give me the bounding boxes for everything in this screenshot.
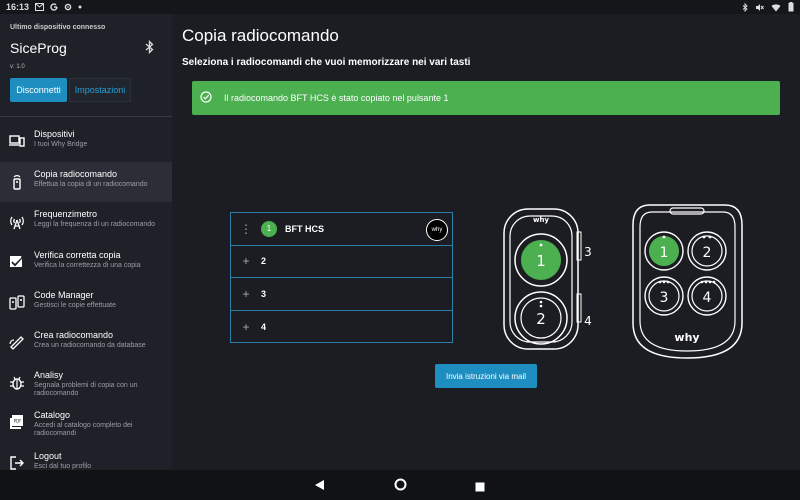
nav-item-subtitle: Crea un radiocomando da database — [34, 341, 146, 349]
check-circle-icon — [200, 91, 224, 105]
logout-icon — [0, 451, 34, 470]
slot-row[interactable]: + 3 — [231, 278, 452, 311]
settings-gear-icon — [64, 3, 72, 11]
remote-button: 4 — [703, 290, 712, 306]
home-icon[interactable] — [394, 478, 407, 496]
remote-button: 1 — [660, 245, 669, 261]
nav-item-title: Dispositivi — [34, 129, 75, 139]
more-vert-icon[interactable]: ⋮ — [231, 222, 261, 236]
wifi-icon — [771, 3, 781, 12]
remote-illustration-2-buttons: why 3 4 1 2 — [497, 204, 597, 359]
slot-number: 3 — [261, 288, 267, 299]
divider — [0, 116, 172, 117]
verify-icon — [0, 250, 34, 269]
nav-item-title: Catalogo — [34, 410, 71, 421]
app-name: SiceProg — [10, 40, 67, 56]
nav-item-verifica[interactable]: Verifica corretta copia Verifica la corr… — [0, 243, 172, 283]
nav-item-code-manager[interactable]: Code Manager Gestisci le copie effettuat… — [0, 283, 172, 323]
gmail-icon — [35, 3, 45, 11]
version-label: v: 1.0 — [10, 64, 25, 70]
nav-item-title: Crea radiocomando — [34, 329, 114, 340]
settings-button[interactable]: Impostazioni — [69, 78, 131, 102]
disconnect-button[interactable]: Disconnetti — [10, 78, 67, 102]
send-instructions-button[interactable]: Invia istruzioni via mail — [435, 364, 537, 388]
nav-item-title: Code Manager — [34, 289, 94, 300]
google-icon — [50, 3, 58, 11]
nav-item-catalogo[interactable]: PDF Catalogo Accedi al catalogo completo… — [0, 403, 172, 443]
clock: 16:13 — [6, 2, 30, 12]
nav-item-subtitle: I tuoi Why Bridge — [34, 141, 88, 148]
back-icon[interactable] — [314, 478, 325, 496]
button-slots-table: ⋮ 1 BFT HCS why + 2 + 3 + 4 — [230, 212, 453, 343]
antenna-icon — [0, 209, 34, 230]
slot-row[interactable]: + 4 — [231, 311, 452, 344]
slot-row[interactable]: ⋮ 1 BFT HCS why — [231, 213, 452, 246]
remote-button: 2 — [536, 310, 546, 328]
recents-icon[interactable] — [475, 479, 485, 497]
slot-row[interactable]: + 2 — [231, 246, 452, 278]
nav-item-frequenzimetro[interactable]: Frequenzimetro Leggi la frequenza di un … — [0, 202, 172, 242]
nav-item-title: Frequenzimetro — [34, 209, 98, 220]
main-content: Copia radiocomando Seleziona i radiocoma… — [172, 14, 800, 470]
add-icon[interactable]: + — [231, 254, 261, 268]
remote-icon — [0, 169, 34, 190]
bug-icon — [0, 370, 34, 391]
brand-logo: why — [426, 219, 448, 241]
remote-button: 2 — [703, 245, 712, 261]
pdf-icon: PDF — [0, 410, 34, 430]
nav-item-copia-radiocomando[interactable]: Copia radiocomando Effettua la copia di … — [0, 162, 172, 203]
bluetooth-icon — [742, 2, 748, 12]
sidebar: Ultimo dispositivo connesso SiceProg v: … — [0, 14, 172, 470]
nav-item-dispositivi[interactable]: Dispositivi I tuoi Why Bridge — [0, 122, 172, 162]
devices-icon — [0, 129, 34, 148]
battery-icon — [788, 2, 794, 12]
remote-illustration-4-buttons: 1 2 3 4 why — [630, 203, 745, 366]
nav-item-subtitle: Gestisci le copie effettuate — [34, 301, 116, 309]
nav-item-subtitle: Effettua la copia di un radiocomando — [34, 181, 148, 189]
slot-remote-label: BFT HCS — [285, 223, 324, 234]
slot-number: 4 — [261, 321, 267, 332]
nav-item-title: Verifica corretta copia — [34, 249, 121, 260]
nav-item-title: Copia radiocomando — [34, 169, 118, 180]
mute-icon — [755, 3, 764, 12]
code-manager-icon — [0, 290, 34, 311]
nav-item-title: Logout — [34, 450, 62, 461]
nav-menu: Dispositivi I tuoi Why Bridge Copia radi… — [0, 122, 172, 484]
nav-item-subtitle: Leggi la frequenza di un radiocomando — [34, 221, 156, 229]
nav-item-subtitle: Verifica la correttezza di una copia — [34, 261, 141, 269]
bluetooth-icon[interactable] — [145, 39, 154, 59]
add-icon[interactable]: + — [231, 287, 261, 301]
slot-number: 2 — [261, 256, 267, 267]
success-alert: Il radiocomando BFT HCS è stato copiato … — [192, 81, 780, 115]
alert-text: Il radiocomando BFT HCS è stato copiato … — [224, 93, 449, 103]
nav-item-title: Analisy — [34, 370, 64, 381]
create-remote-icon — [0, 330, 34, 351]
side-label: 4 — [584, 314, 592, 328]
slot-number-badge: 1 — [261, 220, 277, 237]
page-subtitle: Seleziona i radiocomandi che vuoi memori… — [182, 57, 471, 68]
nav-item-subtitle: Accedi al catalogo completo dei radiocom… — [34, 422, 133, 438]
add-icon[interactable]: + — [231, 320, 261, 334]
nav-item-analisy[interactable]: Analisy Segnala problemi di copia con un… — [0, 363, 172, 403]
remote-button: 1 — [536, 252, 546, 270]
last-device-label: Ultimo dispositivo connesso — [10, 24, 106, 31]
remote-brand: why — [533, 216, 549, 224]
nav-item-subtitle: Segnala problemi di copia con un radioco… — [34, 382, 138, 398]
remote-brand: why — [674, 331, 699, 344]
side-label: 3 — [584, 245, 592, 259]
svg-text:PDF: PDF — [14, 419, 22, 424]
system-navigation-bar — [0, 470, 800, 500]
dot-icon — [78, 5, 82, 9]
remote-button: 3 — [660, 290, 669, 306]
nav-item-crea-radiocomando[interactable]: Crea radiocomando Crea un radiocomando d… — [0, 323, 172, 363]
page-title: Copia radiocomando — [182, 26, 339, 45]
status-bar: 16:13 — [0, 0, 800, 14]
